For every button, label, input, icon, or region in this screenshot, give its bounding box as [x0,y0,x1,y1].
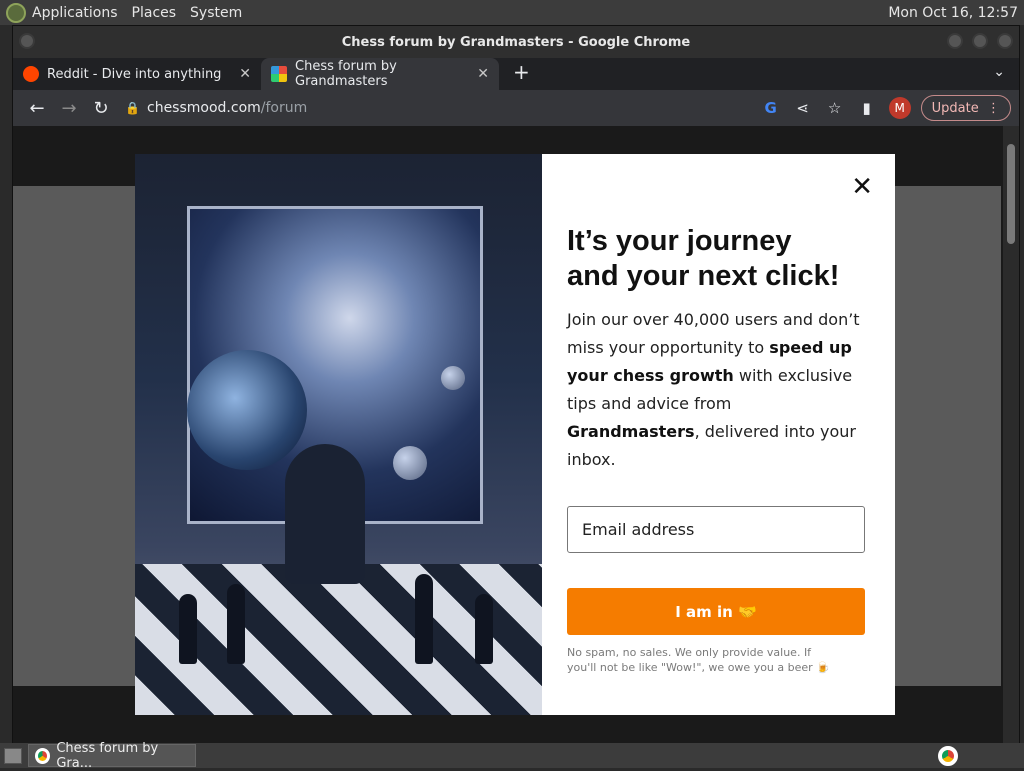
maximize-icon[interactable] [972,33,988,49]
tab-search-chevron-icon[interactable]: ⌄ [993,64,1005,80]
illustration-chess-piece [415,574,433,664]
close-tab-icon[interactable]: ✕ [239,66,251,82]
tray-chrome-icon[interactable] [938,745,958,766]
taskbar-window-button[interactable]: Chess forum by Gra... [28,741,196,771]
address-bar[interactable]: 🔒 chessmood.com/forum [125,94,747,122]
url-host: chessmood.com [147,100,261,116]
back-arrow-icon[interactable]: ← [21,98,53,119]
page-viewport: ✕ It’s your journey and your next click!… [13,126,1019,743]
update-label: Update [931,100,979,116]
close-window-icon[interactable] [997,33,1013,49]
update-button[interactable]: Update ⋮ [920,95,1011,121]
tab-reddit[interactable]: Reddit - Dive into anything ✕ [13,58,261,90]
system-top-panel: Applications Places System Mon Oct 16, 1… [0,0,1024,25]
new-tab-button[interactable]: + [513,60,530,84]
illustration-chess-piece [227,584,245,664]
scrollbar-thumb[interactable] [1007,144,1015,244]
illustration-moon [393,446,427,480]
system-logo-icon[interactable] [6,2,26,23]
tab-strip: Reddit - Dive into anything ✕ Chess foru… [13,58,1019,90]
illustration-chess-piece [475,594,493,664]
profile-avatar[interactable]: M [888,97,911,119]
newsletter-modal: ✕ It’s your journey and your next click!… [135,154,895,715]
reddit-icon [23,66,39,82]
modal-fine-print: No spam, no sales. We only provide value… [567,646,830,674]
minimize-icon[interactable] [947,33,963,49]
tab-label: Reddit - Dive into anything [47,66,222,82]
chess-space-illustration [135,154,542,715]
email-field[interactable]: Email address [567,506,865,553]
show-desktop-icon[interactable] [4,747,22,764]
tab-label: Chess forum by Grandmasters [295,59,397,89]
close-modal-icon[interactable]: ✕ [851,174,873,200]
taskbar: Chess forum by Gra... [0,741,1024,771]
illustration-moon [441,366,465,390]
subscribe-button[interactable]: I am in 🤝 [567,588,865,635]
page-scrollbar[interactable] [1003,126,1019,743]
system-clock[interactable]: Mon Oct 16, 12:57 [888,5,1018,21]
close-tab-icon[interactable]: ✕ [477,66,489,82]
browser-window: Chess forum by Grandmasters - Google Chr… [12,25,1020,743]
tab-chess-forum[interactable]: Chess forum by Grandmasters ✕ [261,58,499,90]
illustration-chess-piece [179,594,197,664]
window-titlebar[interactable]: Chess forum by Grandmasters - Google Chr… [13,26,1019,58]
google-lens-icon[interactable]: G [755,99,787,117]
forward-arrow-icon[interactable]: → [53,98,85,119]
taskbar-window-label: Chess forum by Gra... [56,740,159,771]
modal-headline: It’s your journey and your next click! [567,225,840,292]
email-placeholder: Email address [582,520,695,539]
bookmark-star-icon[interactable]: ☆ [819,99,851,117]
chess-icon [271,66,287,82]
body-text-part: Grandmasters [567,422,695,441]
illustration-person [285,444,365,584]
chrome-icon [35,747,51,764]
lock-icon[interactable]: 🔒 [125,101,147,115]
subscribe-button-label: I am in 🤝 [675,602,757,621]
modal-content: ✕ It’s your journey and your next click!… [542,154,895,715]
reload-icon[interactable]: ↻ [85,98,117,119]
modal-body-text: Join our over 40,000 users and don’t mis… [567,306,865,474]
menu-applications[interactable]: Applications [32,5,118,21]
side-panel-icon[interactable]: ▮ [851,99,883,117]
browser-toolbar: ← → ↻ 🔒 chessmood.com/forum G ⋖ ☆ ▮ M Up… [13,90,1019,126]
window-title: Chess forum by Grandmasters - Google Chr… [341,34,691,50]
menu-system[interactable]: System [190,5,242,21]
illustration-planet [187,350,307,470]
window-menu-icon[interactable] [19,33,35,49]
share-icon[interactable]: ⋖ [787,99,819,117]
menu-places[interactable]: Places [132,5,177,21]
url-path: /forum [260,100,308,116]
